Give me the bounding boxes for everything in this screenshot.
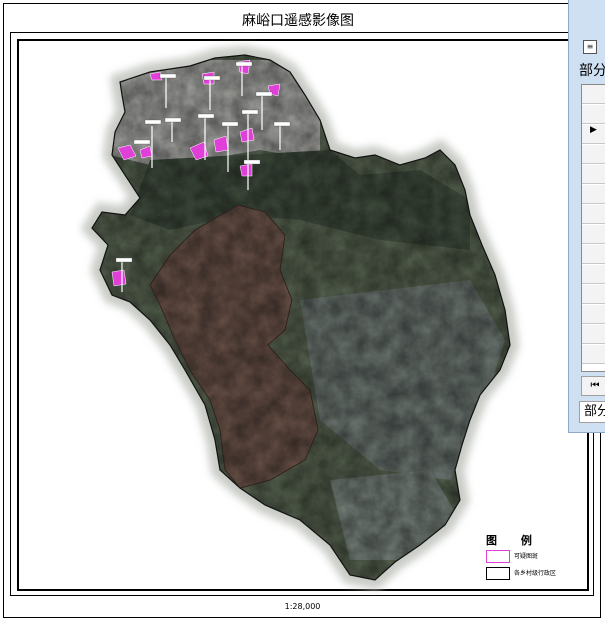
table-row[interactable]: [582, 165, 605, 184]
table-row[interactable]: [582, 325, 605, 344]
legend-title: 图 例: [486, 534, 542, 547]
table-row[interactable]: [582, 345, 605, 364]
legend-item-suspicious: 可疑图斑: [484, 550, 584, 563]
attribute-side-panel: ≡ 部分 ▶ ⏮ 部分: [568, 0, 605, 433]
legend-swatch-magenta: [486, 550, 510, 563]
current-row-arrow-icon: ▶: [590, 125, 597, 135]
table-options-icon[interactable]: ≡: [583, 40, 597, 54]
table-row[interactable]: [582, 245, 605, 264]
table-row[interactable]: [582, 205, 605, 224]
table-row[interactable]: [582, 225, 605, 244]
legend-label: 可疑图斑: [514, 553, 539, 560]
panel-tab-top[interactable]: 部分: [579, 60, 605, 80]
table-row[interactable]: [582, 285, 605, 304]
map-legend: 图 例 可疑图斑 各乡村级行政区: [484, 532, 574, 584]
legend-item-admin-boundary: 各乡村级行政区: [484, 567, 584, 580]
table-row[interactable]: [582, 265, 605, 284]
map-scale: 1:28,000: [284, 602, 321, 611]
table-row[interactable]: [582, 105, 605, 124]
table-row[interactable]: [582, 85, 605, 104]
table-row[interactable]: ▶: [582, 125, 605, 144]
table-row[interactable]: [582, 145, 605, 164]
legend-label: 各乡村级行政区: [514, 570, 557, 577]
attribute-table[interactable]: ▶: [581, 84, 605, 372]
table-row[interactable]: [582, 185, 605, 204]
legend-swatch-black: [486, 567, 510, 580]
table-row[interactable]: [582, 305, 605, 324]
first-record-button[interactable]: ⏮: [581, 376, 605, 396]
panel-tab-bottom[interactable]: 部分: [579, 401, 605, 423]
